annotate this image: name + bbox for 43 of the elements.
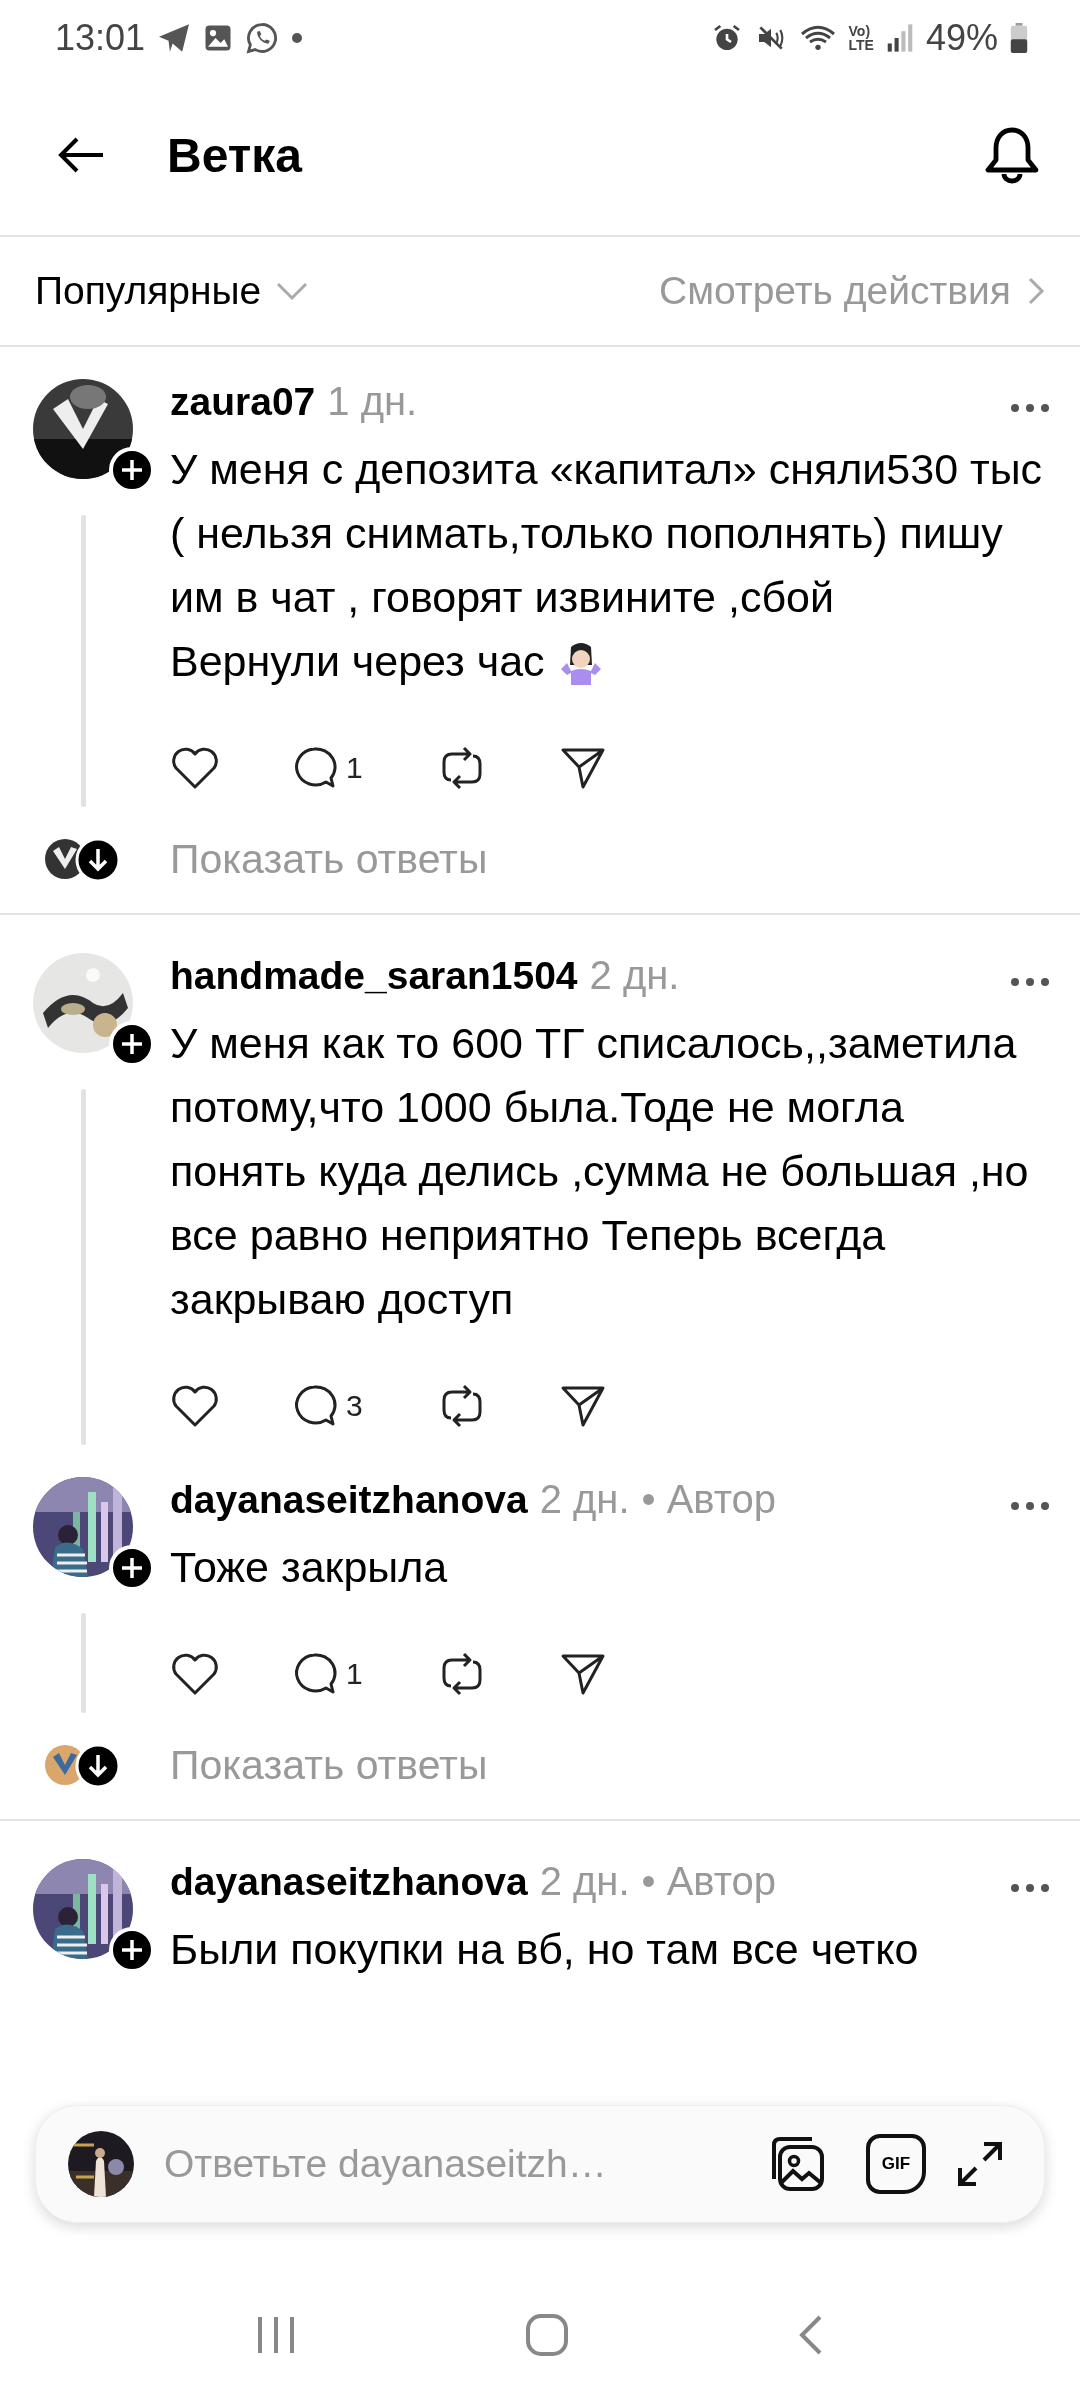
reply-count: 3	[346, 1389, 363, 1423]
reply-input[interactable]: Ответьте dayanaseitzh…	[164, 2142, 736, 2186]
comment-text: У меня как то 600 ТГ списалось,,заметила потому,что 1000 была.Тоде не могла понять куда делись ,сумма не большая ,но все равно неприятно Теперь всегда закрываю доступ	[170, 1018, 1030, 1325]
comment-text: Тоже закрыла	[170, 1542, 448, 1593]
arrow-down-icon[interactable]	[75, 837, 121, 883]
paper-plane-icon	[157, 22, 192, 53]
username[interactable]: dayanaseitzhanova	[170, 1860, 528, 1904]
comment-text: Вернули через час	[170, 636, 545, 687]
reply-count: 1	[346, 751, 363, 785]
like-icon[interactable]	[170, 1383, 220, 1429]
like-icon[interactable]	[170, 1651, 220, 1697]
signal-icon	[885, 22, 914, 53]
like-icon[interactable]	[170, 745, 220, 791]
arrow-down-icon[interactable]	[75, 1743, 121, 1789]
comment-text: Были покупки на вб, но там все четко	[170, 1924, 919, 1975]
battery-percent: 49%	[925, 16, 998, 59]
more-options-icon[interactable]	[1010, 403, 1050, 413]
battery-icon	[1010, 22, 1028, 53]
gif-sticker-button[interactable]: GIF	[866, 2134, 926, 2194]
volte-indicator: Vo) LTE	[848, 23, 874, 52]
home-icon[interactable]	[525, 2313, 569, 2357]
post-time: 2 дн.	[539, 1477, 630, 1522]
chevron-right-icon	[1027, 276, 1045, 306]
dot-icon	[291, 31, 304, 44]
expand-icon[interactable]	[956, 2140, 1004, 2188]
author-label: • Автор	[641, 1477, 777, 1522]
post-time: 1 дн.	[327, 379, 418, 424]
sort-dropdown[interactable]: Популярные	[35, 269, 310, 313]
username[interactable]: zaura07	[170, 380, 316, 424]
page-title: Ветка	[167, 127, 304, 183]
username[interactable]: dayanaseitzhanova	[170, 1478, 528, 1522]
post-time: 2 дн.	[539, 1859, 630, 1904]
more-options-icon[interactable]	[1010, 1501, 1050, 1511]
reply-count: 1	[346, 1657, 363, 1691]
more-options-icon[interactable]	[1010, 977, 1050, 987]
post-time: 2 дн.	[589, 953, 680, 998]
more-options-icon[interactable]	[1010, 1883, 1050, 1893]
chevron-down-icon	[275, 280, 310, 302]
author-label: • Автор	[641, 1859, 777, 1904]
chat-bubble-icon	[245, 20, 280, 55]
comment-text: У меня с депозита «капитал» сняли530 тыс ( нельзя снимать,только пополнять) пишу им в чат , говорят извините ,сбой	[170, 444, 1044, 623]
username[interactable]: handmade_saran1504	[170, 954, 578, 998]
clock-time: 13:01	[55, 16, 146, 59]
